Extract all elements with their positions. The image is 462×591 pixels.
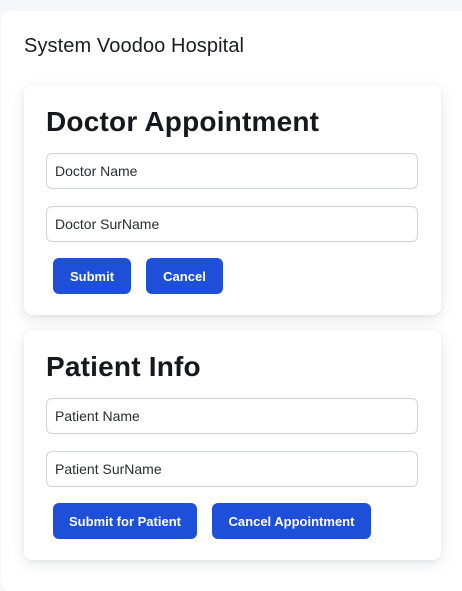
doctor-cancel-button[interactable]: Cancel <box>146 258 223 294</box>
patient-info-card: Patient Info Submit for Patient Cancel A… <box>24 330 441 560</box>
doctor-name-input[interactable] <box>46 153 418 189</box>
doctor-appointment-card: Doctor Appointment Submit Cancel <box>24 85 441 315</box>
patient-name-input[interactable] <box>46 398 418 434</box>
doctor-surname-input[interactable] <box>46 206 418 242</box>
app-title: System Voodoo Hospital <box>24 35 245 57</box>
patient-info-title: Patient Info <box>46 351 201 382</box>
patient-submit-button[interactable]: Submit for Patient <box>53 503 197 539</box>
patient-surname-input[interactable] <box>46 451 418 487</box>
app-container: System Voodoo Hospital Doctor Appointmen… <box>1 11 462 591</box>
doctor-submit-button[interactable]: Submit <box>53 258 131 294</box>
patient-cancel-appointment-button[interactable]: Cancel Appointment <box>212 503 371 539</box>
doctor-appointment-title: Doctor Appointment <box>46 106 320 137</box>
